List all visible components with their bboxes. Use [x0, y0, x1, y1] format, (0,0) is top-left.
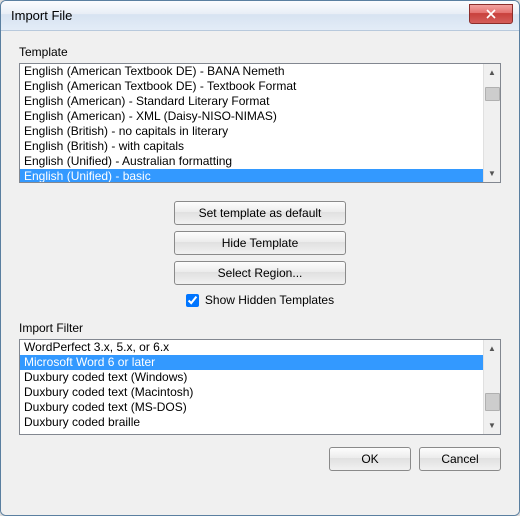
close-button[interactable] [469, 4, 513, 24]
list-item[interactable]: Duxbury coded braille [20, 415, 483, 430]
scrollbar[interactable]: ▲ ▼ [483, 64, 500, 182]
titlebar: Import File [1, 1, 519, 31]
list-item[interactable]: English (British) - no capitals in liter… [20, 124, 483, 139]
scroll-thumb[interactable] [485, 393, 500, 411]
scroll-down-icon[interactable]: ▼ [484, 165, 501, 182]
dialog-footer: OK Cancel [19, 447, 501, 471]
template-listbox[interactable]: English (American Textbook DE) - BANA Ne… [19, 63, 501, 183]
show-hidden-templates-checkbox[interactable]: Show Hidden Templates [186, 293, 334, 307]
list-item[interactable]: Duxbury coded text (Macintosh) [20, 385, 483, 400]
list-item[interactable]: English (American) - XML (Daisy-NISO-NIM… [20, 109, 483, 124]
hide-template-button[interactable]: Hide Template [174, 231, 346, 255]
list-item[interactable]: English (American) - Standard Literary F… [20, 94, 483, 109]
scroll-up-icon[interactable]: ▲ [484, 64, 501, 81]
dialog-window: Import File Template English (American T… [0, 0, 520, 516]
list-item[interactable]: WordPerfect 3.x, 5.x, or 6.x [20, 340, 483, 355]
list-item[interactable]: English (Unified) - Australian formattin… [20, 154, 483, 169]
list-item[interactable]: English (American Textbook DE) - Textboo… [20, 79, 483, 94]
list-item[interactable]: Microsoft Word 6 or later [20, 355, 483, 370]
show-hidden-label: Show Hidden Templates [205, 293, 334, 307]
import-filter-label: Import Filter [19, 321, 501, 335]
dialog-body: Template English (American Textbook DE) … [1, 31, 519, 515]
scroll-up-icon[interactable]: ▲ [484, 340, 501, 357]
list-item[interactable]: English (Unified) - basic [20, 169, 483, 182]
window-title: Import File [11, 8, 469, 23]
cancel-button[interactable]: Cancel [419, 447, 501, 471]
template-label: Template [19, 45, 501, 59]
close-icon [486, 9, 496, 19]
list-item[interactable]: Duxbury coded text (Windows) [20, 370, 483, 385]
show-hidden-input[interactable] [186, 294, 199, 307]
select-region-button[interactable]: Select Region... [174, 261, 346, 285]
list-item[interactable]: English (American Textbook DE) - BANA Ne… [20, 64, 483, 79]
set-template-default-button[interactable]: Set template as default [174, 201, 346, 225]
list-item[interactable]: English (British) - with capitals [20, 139, 483, 154]
scroll-thumb[interactable] [485, 87, 500, 101]
scrollbar[interactable]: ▲ ▼ [483, 340, 500, 434]
ok-button[interactable]: OK [329, 447, 411, 471]
scroll-down-icon[interactable]: ▼ [484, 417, 501, 434]
list-item[interactable]: Duxbury coded text (MS-DOS) [20, 400, 483, 415]
template-controls: Set template as default Hide Template Se… [19, 201, 501, 307]
import-filter-listbox[interactable]: WordPerfect 3.x, 5.x, or 6.xMicrosoft Wo… [19, 339, 501, 435]
